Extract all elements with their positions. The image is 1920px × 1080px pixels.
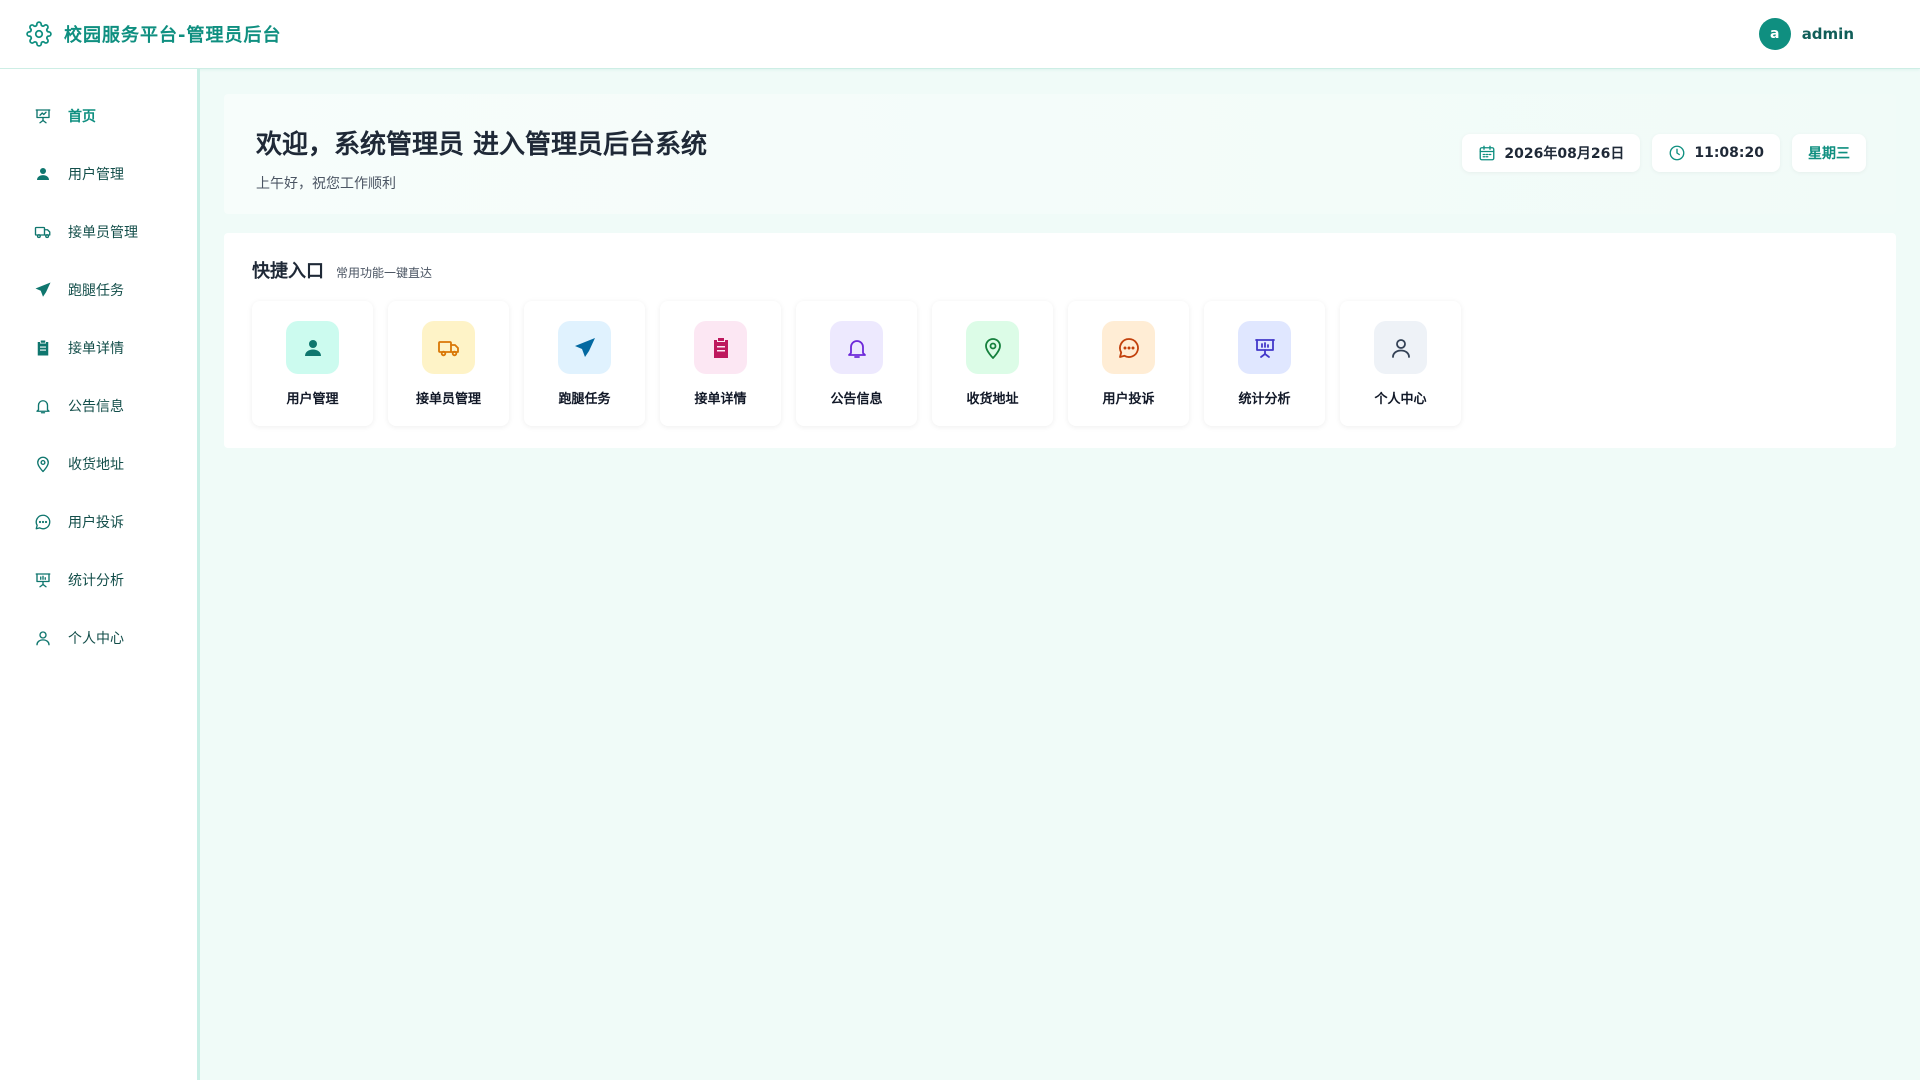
bell-icon [830,321,883,374]
truck-icon [34,223,52,241]
quick-entry-complaints[interactable]: 用户投诉 [1068,301,1189,426]
chart-board-icon [34,571,52,589]
sidebar-item-addresses[interactable]: 收货地址 [0,435,197,493]
quick-entry-profile[interactable]: 个人中心 [1340,301,1461,426]
send-icon [558,321,611,374]
avatar[interactable]: a [1758,18,1791,50]
person-icon [1374,321,1427,374]
gear-icon [26,21,52,47]
sidebar-item-label: 用户管理 [68,167,124,183]
bell-icon [34,397,52,415]
app-title: 校园服务平台-管理员后台 [64,25,282,46]
sidebar-item-label: 接单详情 [68,341,124,357]
send-icon [34,281,52,299]
clipboard-icon [34,339,52,357]
truck-icon [422,321,475,374]
user-icon [286,321,339,374]
sidebar-item-label: 接单员管理 [68,225,138,241]
sidebar-item-complaints[interactable]: 用户投诉 [0,493,197,551]
quick-entry-label: 接单详情 [694,392,747,407]
quick-entry-addresses[interactable]: 收货地址 [932,301,1053,426]
sidebar-item-label: 首页 [68,109,96,125]
quick-entry-runners[interactable]: 接单员管理 [388,301,509,426]
map-pin-icon [34,455,52,473]
quick-entry-grid: 用户管理 接单员管理 跑腿任务 接单详情 公告信息 收货地址 用户投诉 统计分析… [252,301,1868,426]
sidebar-item-runners[interactable]: 接单员管理 [0,203,197,261]
quick-entry-label: 接单员管理 [415,392,481,407]
clock-icon [1668,144,1686,162]
sidebar-item-profile[interactable]: 个人中心 [0,609,197,667]
quick-entry-label: 用户投诉 [1102,392,1155,407]
datetime-chips: 2026年08月26日 11:08:20 星期三 [1462,134,1866,172]
sidebar-item-notices[interactable]: 公告信息 [0,377,197,435]
sidebar: 首页 用户管理 接单员管理 跑腿任务 接单详情 公告信息 收货地址 用户投诉 统… [0,69,200,1080]
sidebar-item-label: 用户投诉 [68,515,124,531]
quick-entry-panel: 快捷入口 常用功能一键直达 用户管理 接单员管理 跑腿任务 接单详情 公告信息 … [224,233,1896,448]
sidebar-item-statistics[interactable]: 统计分析 [0,551,197,609]
sidebar-item-label: 收货地址 [68,457,124,473]
quick-entry-label: 个人中心 [1374,392,1427,407]
quick-entry-label: 统计分析 [1238,392,1291,407]
weekday-text: 星期三 [1808,146,1850,162]
time-text: 11:08:20 [1694,145,1764,161]
date-text: 2026年08月26日 [1504,146,1625,162]
calendar-icon [1478,144,1496,162]
presentation-icon [34,107,52,125]
quick-entry-title: 快捷入口 [252,261,324,282]
sidebar-item-label: 个人中心 [68,631,124,647]
weekday-chip: 星期三 [1792,134,1866,172]
top-header: 校园服务平台-管理员后台 a admin [0,0,1920,69]
sidebar-item-home[interactable]: 首页 [0,87,197,145]
quick-entry-subtitle: 常用功能一键直达 [336,266,433,280]
quick-entry-label: 用户管理 [286,392,339,407]
welcome-banner: 欢迎，系统管理员 进入管理员后台系统 上午好，祝您工作顺利 2026年08月26… [224,94,1896,214]
quick-entry-notices[interactable]: 公告信息 [796,301,917,426]
quick-entry-label: 跑腿任务 [558,392,611,407]
quick-entry-label: 收货地址 [966,392,1019,407]
username[interactable]: admin [1802,25,1854,43]
chat-icon [1102,321,1155,374]
quick-entry-label: 公告信息 [830,392,883,407]
quick-entry-order-details[interactable]: 接单详情 [660,301,781,426]
time-chip: 11:08:20 [1652,134,1780,172]
quick-entry-users[interactable]: 用户管理 [252,301,373,426]
date-chip: 2026年08月26日 [1462,134,1641,172]
welcome-greeting: 上午好，祝您工作顺利 [256,176,396,192]
chat-icon [34,513,52,531]
user-menu[interactable]: a admin [1758,18,1854,50]
person-icon [34,629,52,647]
sidebar-item-tasks[interactable]: 跑腿任务 [0,261,197,319]
sidebar-item-users[interactable]: 用户管理 [0,145,197,203]
sidebar-item-label: 统计分析 [68,573,124,589]
map-pin-icon [966,321,1019,374]
sidebar-item-order-details[interactable]: 接单详情 [0,319,197,377]
sidebar-item-label: 跑腿任务 [68,283,124,299]
sidebar-item-label: 公告信息 [68,399,124,415]
chart-board-icon [1238,321,1291,374]
quick-entry-statistics[interactable]: 统计分析 [1204,301,1325,426]
user-icon [34,165,52,183]
clipboard-icon [694,321,747,374]
quick-entry-tasks[interactable]: 跑腿任务 [524,301,645,426]
